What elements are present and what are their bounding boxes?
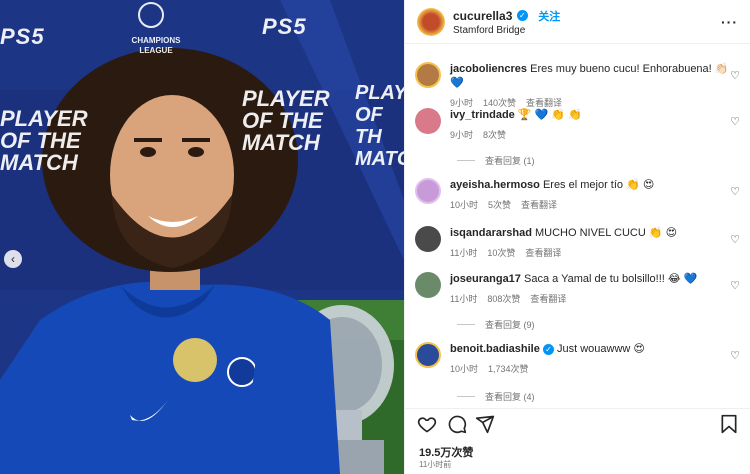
comment-time: 10小时 <box>450 364 479 374</box>
award-text-left: PLAYER OF THE MATCH <box>0 106 88 175</box>
commenter-username[interactable]: isqandararshad <box>450 227 532 239</box>
post-photo <box>0 0 404 474</box>
author-username[interactable]: cucurella3 <box>453 9 512 23</box>
comment-likes[interactable]: 808次赞 <box>487 294 520 304</box>
commenter-username[interactable]: jacoboliencres <box>450 63 527 75</box>
more-icon[interactable]: ··· <box>721 14 738 30</box>
post-location[interactable]: Stamford Bridge <box>453 25 560 36</box>
heart-icon[interactable]: ♡ <box>730 233 740 246</box>
follow-button[interactable]: 关注 <box>538 11 560 23</box>
comment-item: benoit.badiashile ✓ Just wouawww 😍 10小时 1… <box>415 342 742 375</box>
divider <box>405 408 750 409</box>
champions-league-logo: CHAMPIONS LEAGUE <box>131 36 181 55</box>
comment-likes[interactable]: 1,734次赞 <box>488 364 529 374</box>
heart-icon[interactable] <box>417 414 437 434</box>
comment-icon[interactable] <box>447 414 467 434</box>
view-replies-link[interactable]: 查看回复 (9) <box>457 318 535 331</box>
commenter-username[interactable]: benoit.badiashile <box>450 343 540 355</box>
commenter-avatar[interactable] <box>415 178 441 204</box>
commenter-avatar[interactable] <box>415 62 441 88</box>
comment-text: MUCHO NIVEL CUCU 👏 😍 <box>534 227 678 239</box>
comment-item: jacoboliencres Eres muy bueno cucu! Enho… <box>415 62 742 109</box>
starball-icon <box>138 2 164 28</box>
comment-time: 11小时 <box>450 294 478 304</box>
comment-time: 11小时 <box>450 248 478 258</box>
comment-item: joseuranga17 Saca a Yamal de tu bolsillo… <box>415 272 742 305</box>
commenter-avatar[interactable] <box>415 272 441 298</box>
comment-time: 9小时 <box>450 98 474 108</box>
post-timestamp: 11小时前 <box>419 460 452 469</box>
view-replies-link[interactable]: 查看回复 (4) <box>457 390 535 403</box>
award-text-far-right: PLAY OF TH MATC <box>355 82 404 170</box>
comments-list[interactable]: jacoboliencres Eres muy bueno cucu! Enho… <box>405 50 750 408</box>
like-count[interactable]: 19.5万次赞 <box>419 444 473 460</box>
translate-link[interactable]: 查看翻译 <box>526 98 562 108</box>
comment-likes[interactable]: 10次赞 <box>487 248 515 258</box>
comment-text: Just wouawww 😍 <box>556 343 645 355</box>
translate-link[interactable]: 查看翻译 <box>521 200 557 210</box>
sponsor-logo-left: PS5 <box>0 24 45 49</box>
chevron-left-icon[interactable]: ‹ <box>4 250 22 268</box>
comment-item: ivy_trindade 🏆 💙 👏 👏 9小时 8次赞 ♡ <box>415 108 742 141</box>
comment-item: isqandararshad MUCHO NIVEL CUCU 👏 😍 11小时… <box>415 226 742 259</box>
translate-link[interactable]: 查看翻译 <box>530 294 566 304</box>
verified-icon: ✓ <box>516 10 528 22</box>
view-replies-link[interactable]: 查看回复 (1) <box>457 154 535 167</box>
comment-likes[interactable]: 8次赞 <box>483 130 506 140</box>
commenter-avatar[interactable] <box>415 226 441 252</box>
heart-icon[interactable]: ♡ <box>730 115 740 128</box>
commenter-avatar[interactable] <box>415 108 441 134</box>
share-icon[interactable] <box>475 414 495 434</box>
comment-likes[interactable]: 5次赞 <box>488 200 511 210</box>
post-image[interactable]: PS5 PS5 CHAMPIONS LEAGUE PLAYER OF THE M… <box>0 0 404 474</box>
comment-item: ayeisha.hermoso Eres el mejor tío 👏 😍 10… <box>415 178 742 211</box>
comment-time: 9小时 <box>450 130 474 140</box>
post-details-pane: cucurella3 ✓ 关注 Stamford Bridge ··· jaco… <box>404 0 750 474</box>
heart-icon[interactable]: ♡ <box>730 279 740 292</box>
comment-text: Saca a Yamal de tu bolsillo!!! 😂 💙 <box>523 273 698 285</box>
comment-likes[interactable]: 140次赞 <box>483 98 516 108</box>
commenter-username[interactable]: ivy_trindade <box>450 109 515 121</box>
verified-icon: ✓ <box>542 343 554 355</box>
action-bar <box>415 412 740 436</box>
post-header: cucurella3 ✓ 关注 Stamford Bridge ··· <box>405 0 750 44</box>
commenter-username[interactable]: joseuranga17 <box>450 273 521 285</box>
heart-icon[interactable]: ♡ <box>730 69 740 82</box>
heart-icon[interactable]: ♡ <box>730 185 740 198</box>
commenter-username[interactable]: ayeisha.hermoso <box>450 179 540 191</box>
comment-time: 10小时 <box>450 200 479 210</box>
author-avatar[interactable] <box>417 7 445 36</box>
commenter-avatar[interactable] <box>415 342 441 368</box>
sponsor-logo-center: PS5 <box>262 14 307 39</box>
translate-link[interactable]: 查看翻译 <box>525 248 561 258</box>
award-text-right: PLAYER OF THE MATCH <box>242 86 330 155</box>
comment-text: Eres el mejor tío 👏 😍 <box>542 179 655 191</box>
bookmark-icon[interactable] <box>720 414 738 434</box>
heart-icon[interactable]: ♡ <box>730 349 740 362</box>
comment-text: 🏆 💙 👏 👏 <box>517 109 582 121</box>
